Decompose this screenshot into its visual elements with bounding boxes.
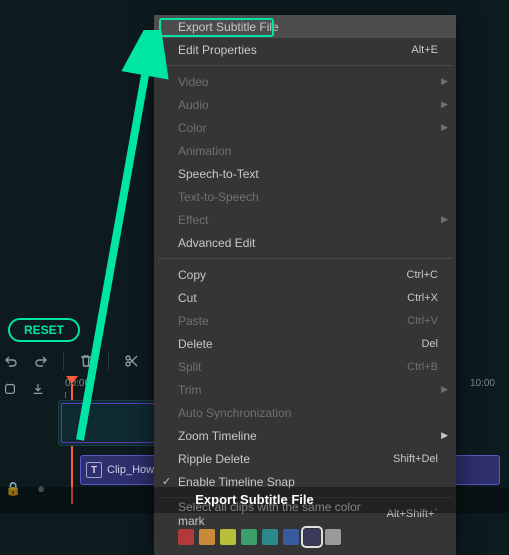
- menu-separator: [158, 258, 452, 259]
- menu-effect: Effect▶: [154, 208, 456, 231]
- swatch-orange[interactable]: [199, 529, 215, 545]
- menu-delete[interactable]: DeleteDel: [154, 332, 456, 355]
- menu-paste: PasteCtrl+V: [154, 309, 456, 332]
- menu-export-subtitle[interactable]: Export Subtitle File: [154, 15, 456, 38]
- swatch-teal[interactable]: [262, 529, 278, 545]
- ruler-tick-right: 10:00: [470, 378, 495, 389]
- timeline-toolbar: [3, 352, 169, 370]
- color-swatch-row: [154, 525, 456, 549]
- video-clip[interactable]: [58, 400, 158, 446]
- swatch-grey[interactable]: [325, 529, 341, 545]
- menu-copy[interactable]: CopyCtrl+C: [154, 263, 456, 286]
- swatch-green[interactable]: [241, 529, 257, 545]
- swatch-blue[interactable]: [283, 529, 299, 545]
- marker-icon[interactable]: [3, 382, 17, 396]
- undo-icon[interactable]: [3, 353, 19, 369]
- menu-auto-sync: Auto Synchronization: [154, 401, 456, 424]
- scissors-icon[interactable]: [123, 353, 139, 369]
- swatch-navy[interactable]: [304, 529, 320, 545]
- menu-separator: [158, 65, 452, 66]
- reset-button[interactable]: RESET: [8, 318, 80, 342]
- menu-advanced-edit[interactable]: Advanced Edit: [154, 231, 456, 254]
- caption-text: Export Subtitle File: [0, 487, 509, 513]
- menu-ripple-delete[interactable]: Ripple DeleteShift+Del: [154, 447, 456, 470]
- clip-selection-border: [61, 403, 155, 443]
- download-icon[interactable]: [31, 382, 45, 396]
- timeline-toolbar-secondary: [3, 382, 45, 396]
- menu-speech-to-text[interactable]: Speech-to-Text: [154, 162, 456, 185]
- menu-color: Color▶: [154, 116, 456, 139]
- menu-trim: Trim▶: [154, 378, 456, 401]
- menu-split: SplitCtrl+B: [154, 355, 456, 378]
- menu-animation: Animation: [154, 139, 456, 162]
- trash-icon[interactable]: [78, 353, 94, 369]
- separator: [108, 352, 109, 370]
- menu-video: Video▶: [154, 70, 456, 93]
- swatch-red[interactable]: [178, 529, 194, 545]
- context-menu: Export Subtitle File Edit PropertiesAlt+…: [154, 15, 456, 555]
- menu-zoom-timeline[interactable]: Zoom Timeline▶: [154, 424, 456, 447]
- separator: [63, 352, 64, 370]
- menu-edit-properties[interactable]: Edit PropertiesAlt+E: [154, 38, 456, 61]
- text-clip-icon: T: [86, 462, 102, 478]
- swatch-yellow[interactable]: [220, 529, 236, 545]
- menu-cut[interactable]: CutCtrl+X: [154, 286, 456, 309]
- menu-audio: Audio▶: [154, 93, 456, 116]
- redo-icon[interactable]: [33, 353, 49, 369]
- menu-text-to-speech: Text-to-Speech: [154, 185, 456, 208]
